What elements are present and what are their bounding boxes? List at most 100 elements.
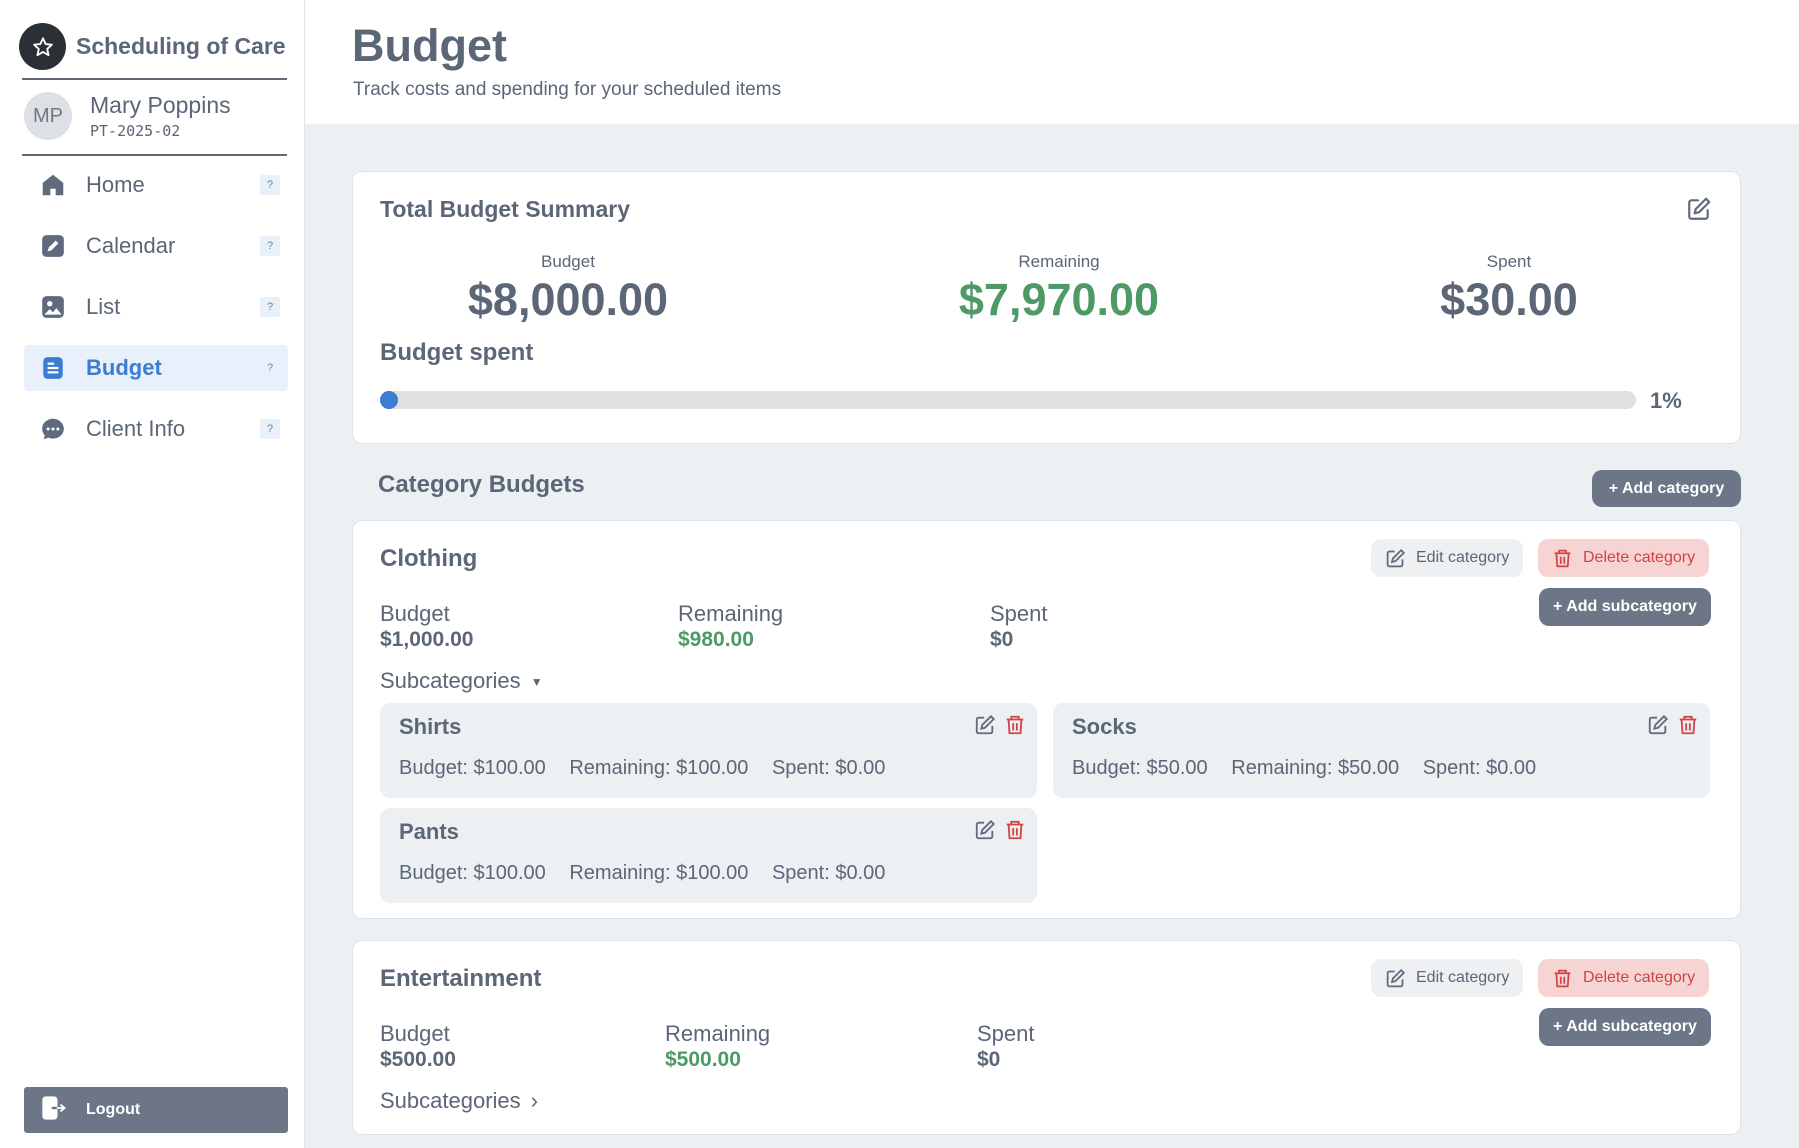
delete-category-label: Delete category <box>1583 549 1696 566</box>
sidebar-item-label: Calendar <box>86 233 176 258</box>
edit-icon[interactable] <box>974 714 996 741</box>
progress-fill <box>380 391 398 409</box>
cat-stat-value: $500.00 <box>380 1048 456 1071</box>
stat-value: $7,970.00 <box>958 274 1160 325</box>
add-subcategory-button[interactable]: + Add subcategory <box>1539 588 1711 626</box>
edit-icon <box>1385 968 1406 989</box>
stat-label: Remaining <box>1018 252 1100 271</box>
subcategory-spent: Spent: $0.00 <box>771 757 886 779</box>
category-spent: Spent $0 <box>977 1021 1035 1072</box>
edit-category-label: Edit category <box>1416 969 1510 986</box>
subcategory-details: Budget: $100.00 Remaining: $100.00 Spent… <box>399 862 903 885</box>
category-card-clothing: Clothing Edit category Delete category +… <box>352 520 1741 919</box>
edit-icon[interactable] <box>1686 196 1712 227</box>
sidebar-item-budget[interactable]: Budget ? <box>24 345 288 391</box>
subcategories-toggle[interactable]: Subcategories › <box>380 1088 538 1114</box>
help-badge[interactable]: ? <box>260 175 280 195</box>
stat-label: Budget <box>541 252 595 271</box>
sidebar-item-client-info[interactable]: Client Info ? <box>24 406 288 452</box>
cat-stat-label: Remaining <box>678 601 784 626</box>
subcategory-details: Budget: $50.00 Remaining: $50.00 Spent: … <box>1072 757 1554 780</box>
trash-icon[interactable] <box>1677 714 1699 741</box>
edit-category-button[interactable]: Edit category <box>1371 959 1524 997</box>
user-id: PT-2025-02 <box>90 122 181 140</box>
edit-category-label: Edit category <box>1416 549 1510 566</box>
caret-down-icon: ▼ <box>530 675 543 690</box>
sidebar-item-label: Client Info <box>86 416 186 441</box>
subcategory-card: Shirts Budget: $100.00 Remaining: $100.0… <box>380 703 1037 798</box>
brand[interactable]: Scheduling of Care <box>19 23 286 70</box>
avatar: MP <box>24 92 72 140</box>
category-spent: Spent $0 <box>990 601 1048 652</box>
trash-icon[interactable] <box>1004 819 1026 846</box>
delete-category-button[interactable]: Delete category <box>1538 959 1710 997</box>
subcategory-remaining: Remaining: $50.00 <box>1231 757 1400 779</box>
category-title: Clothing <box>380 545 478 572</box>
edit-category-button[interactable]: Edit category <box>1371 539 1524 577</box>
sidebar-item-label: List <box>86 294 121 319</box>
category-card-entertainment: Entertainment Edit category Delete categ… <box>352 940 1741 1135</box>
sidebar-item-label: Budget <box>86 355 162 380</box>
cat-stat-label: Spent <box>977 1021 1035 1046</box>
page-subtitle: Track costs and spending for your schedu… <box>353 79 782 100</box>
category-budget: Budget $500.00 <box>380 1021 456 1072</box>
page-title: Budget <box>352 20 507 71</box>
user-profile[interactable]: MP Mary Poppins PT-2025-02 <box>24 92 231 140</box>
summary-budget: Budget $8,000.00 <box>408 252 728 326</box>
category-remaining: Remaining $500.00 <box>665 1021 770 1072</box>
cat-stat-label: Budget <box>380 601 450 626</box>
pencil-square-icon <box>40 233 66 259</box>
category-title: Entertainment <box>380 965 542 992</box>
help-badge[interactable]: ? <box>260 358 280 378</box>
logout-button[interactable]: Logout <box>24 1087 288 1133</box>
divider <box>22 154 287 156</box>
budget-summary-card: Total Budget Summary Budget $8,000.00 Re… <box>352 171 1741 444</box>
help-badge[interactable]: ? <box>260 419 280 439</box>
subcategory-spent: Spent: $0.00 <box>771 862 886 884</box>
progress-percent: 1% <box>1650 388 1682 413</box>
delete-category-button[interactable]: Delete category <box>1538 539 1710 577</box>
cat-stat-value: $0 <box>977 1048 1001 1071</box>
subcategories-label: Subcategories <box>380 668 521 693</box>
subcategory-name: Shirts <box>399 714 462 739</box>
edit-icon <box>1385 548 1406 569</box>
summary-spent: Spent $30.00 <box>1349 252 1669 326</box>
star-icon <box>19 23 66 70</box>
sidebar-item-label: Home <box>86 172 145 197</box>
summary-title: Total Budget Summary <box>380 196 631 222</box>
edit-icon[interactable] <box>1647 714 1669 741</box>
stat-value: $8,000.00 <box>467 274 669 325</box>
edit-icon[interactable] <box>974 819 996 846</box>
help-badge[interactable]: ? <box>260 236 280 256</box>
image-icon <box>40 294 66 320</box>
trash-icon <box>1552 968 1573 989</box>
add-category-button[interactable]: + Add category <box>1592 470 1741 507</box>
add-subcategory-button[interactable]: + Add subcategory <box>1539 1008 1711 1046</box>
stat-value: $30.00 <box>1440 274 1578 325</box>
delete-category-label: Delete category <box>1583 969 1696 986</box>
subcategory-budget: Budget: $100.00 <box>399 862 546 884</box>
sidebar-item-calendar[interactable]: Calendar ? <box>24 223 288 269</box>
sidebar: Scheduling of Care MP Mary Poppins PT-20… <box>0 0 305 1148</box>
progress-caption: Budget spent <box>380 339 534 366</box>
subcategory-card: Socks Budget: $50.00 Remaining: $50.00 S… <box>1053 703 1710 798</box>
sidebar-nav: Home ? Calendar ? List ? Budget ? Client… <box>24 162 288 467</box>
subcategories-toggle[interactable]: Subcategories ▼ <box>380 668 543 694</box>
sidebar-item-home[interactable]: Home ? <box>24 162 288 208</box>
home-icon <box>40 172 66 198</box>
logout-icon <box>40 1094 68 1127</box>
category-budget: Budget $1,000.00 <box>380 601 473 652</box>
trash-icon[interactable] <box>1004 714 1026 741</box>
category-remaining: Remaining $980.00 <box>678 601 783 652</box>
document-icon <box>40 355 66 381</box>
subcategories-label: Subcategories <box>380 1088 521 1113</box>
subcategory-card: Pants Budget: $100.00 Remaining: $100.00… <box>380 808 1037 903</box>
chat-bubble-icon <box>40 416 66 442</box>
sidebar-item-list[interactable]: List ? <box>24 284 288 330</box>
category-budgets-title: Category Budgets <box>378 471 585 498</box>
help-badge[interactable]: ? <box>260 297 280 317</box>
divider <box>22 78 287 80</box>
subcategory-name: Pants <box>399 819 459 844</box>
trash-icon <box>1552 548 1573 569</box>
subcategory-budget: Budget: $100.00 <box>399 757 546 779</box>
